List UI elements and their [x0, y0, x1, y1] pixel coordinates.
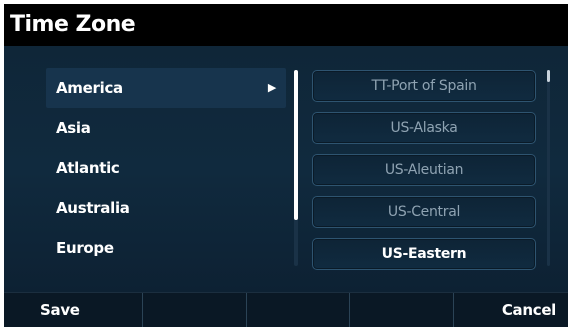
page-title: Time Zone: [10, 12, 136, 37]
triangle-right-icon: ▶: [267, 81, 276, 94]
softkey-empty-4[interactable]: [350, 293, 454, 327]
region-item-label: Atlantic: [56, 159, 120, 177]
softkey-empty-2[interactable]: [143, 293, 247, 327]
region-item-europe[interactable]: Europe: [46, 228, 286, 268]
zone-item-us-eastern[interactable]: US-Eastern: [312, 238, 536, 270]
zone-item-us-alaska[interactable]: US-Alaska: [312, 112, 536, 144]
zone-item-us-central[interactable]: US-Central: [312, 196, 536, 228]
region-item-atlantic[interactable]: Atlantic: [46, 148, 286, 188]
softkey-empty-3[interactable]: [247, 293, 351, 327]
title-bar: Time Zone: [4, 4, 568, 46]
region-item-label: Europe: [56, 239, 114, 257]
region-item-america[interactable]: America ▶: [46, 68, 286, 108]
softkey-bar: Save Cancel: [4, 292, 568, 327]
zone-scrollbar-thumb[interactable]: [547, 70, 550, 82]
phone-screen: Time Zone America ▶ Asia Atlantic Austra…: [4, 4, 568, 327]
save-button[interactable]: Save: [4, 293, 144, 327]
cancel-button[interactable]: Cancel: [454, 293, 568, 327]
zone-scrollbar-track[interactable]: [547, 70, 550, 266]
region-item-asia[interactable]: Asia: [46, 108, 286, 148]
region-item-australia[interactable]: Australia: [46, 188, 286, 228]
zone-list: TT-Port of Spain US-Alaska US-Aleutian U…: [312, 70, 536, 280]
region-item-label: Asia: [56, 119, 91, 137]
region-item-label: America: [56, 79, 123, 97]
region-list: America ▶ Asia Atlantic Australia Europe: [46, 68, 286, 268]
zone-item-port-of-spain[interactable]: TT-Port of Spain: [312, 70, 536, 102]
content-area: America ▶ Asia Atlantic Australia Europe…: [4, 46, 568, 292]
zone-item-us-aleutian[interactable]: US-Aleutian: [312, 154, 536, 186]
region-item-label: Australia: [56, 199, 130, 217]
region-scrollbar-thumb[interactable]: [294, 70, 298, 220]
